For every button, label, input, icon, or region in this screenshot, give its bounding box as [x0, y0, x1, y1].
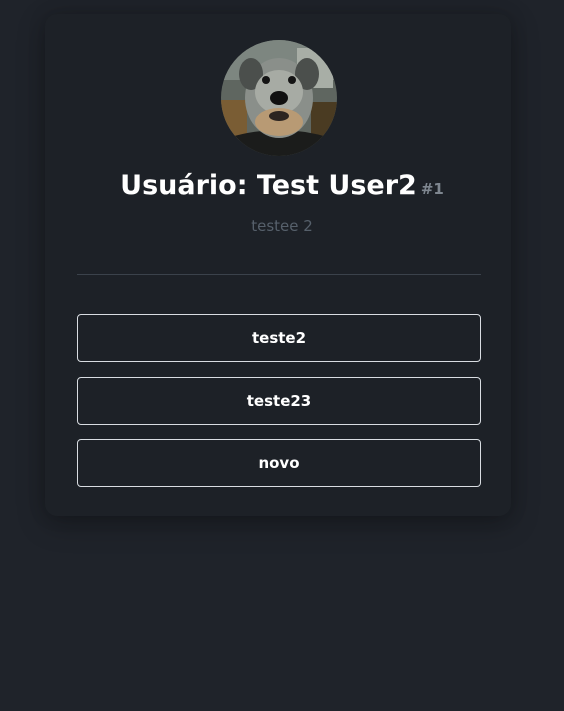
avatar — [221, 40, 337, 156]
user-id-badge: #1 — [420, 180, 444, 198]
page-title: Usuário: Test User2 #1 — [0, 166, 564, 209]
profile-subtitle: testee 2 — [251, 217, 313, 235]
list-button-novo[interactable]: novo — [77, 439, 481, 487]
dog-avatar-image — [221, 40, 337, 156]
divider — [77, 274, 481, 275]
page-title-text: Usuário: Test User2 — [120, 170, 417, 201]
list-button-teste23[interactable]: teste23 — [77, 377, 481, 425]
list-button-teste2[interactable]: teste2 — [77, 314, 481, 362]
